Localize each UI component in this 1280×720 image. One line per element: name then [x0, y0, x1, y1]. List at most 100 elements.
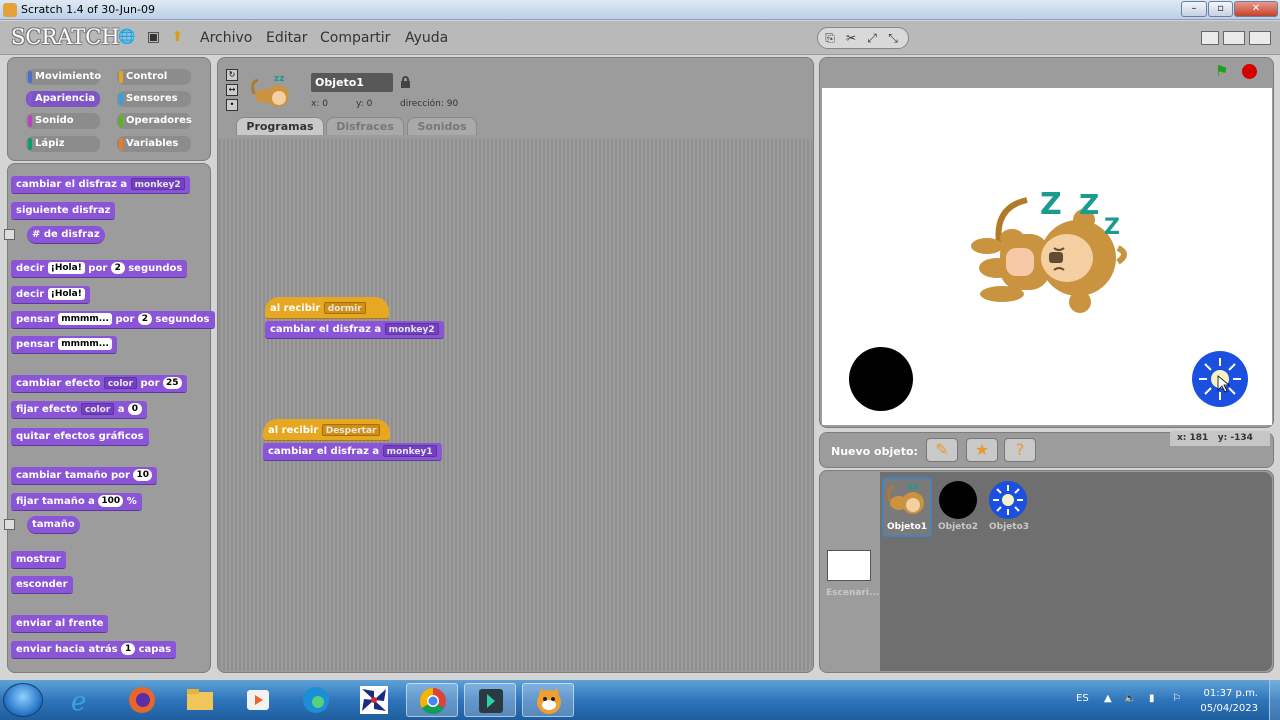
stage-thumbnail-label: Escenari...	[826, 588, 880, 598]
monkey-thumbnail: zz	[887, 482, 924, 514]
block-num-disfraz[interactable]: # de disfraz	[27, 226, 105, 244]
rotate-free-icon[interactable]: ↻	[226, 69, 238, 81]
delete-icon[interactable]: ✂	[843, 30, 859, 46]
menu-ayuda[interactable]: Ayuda	[405, 30, 448, 46]
block-cambiar-tamano[interactable]: cambiar tamaño por 10	[11, 467, 157, 485]
taskbar-ie[interactable]: e	[57, 683, 109, 717]
menu-compartir[interactable]: Compartir	[320, 30, 390, 46]
globe-icon[interactable]: 🌐	[118, 29, 135, 46]
current-sprite-thumbnail: zz	[251, 74, 289, 107]
menu-archivo[interactable]: Archivo	[200, 30, 252, 46]
lock-icon[interactable]	[401, 76, 410, 88]
block-quitar-efectos[interactable]: quitar efectos gráficos	[11, 428, 149, 446]
category-lapiz[interactable]: Lápiz	[26, 136, 100, 152]
green-flag-icon[interactable]: ⚑	[1215, 63, 1233, 79]
category-movimiento[interactable]: Movimiento	[26, 69, 101, 85]
svg-text:zz: zz	[274, 74, 284, 84]
network-icon[interactable]: ▮	[1149, 693, 1155, 704]
shrink-icon[interactable]: ⤡	[885, 30, 901, 46]
presentation-mode-button[interactable]	[1249, 31, 1271, 45]
script2-cambiar-disfraz[interactable]: cambiar el disfraz a monkey1	[263, 443, 442, 461]
stage[interactable]: Z Z Z	[822, 88, 1272, 425]
svg-text:zz: zz	[908, 482, 918, 492]
flag-icon[interactable]: ⚐	[1172, 693, 1181, 704]
checkbox-tamano[interactable]	[4, 519, 15, 530]
folder-icon	[187, 689, 213, 710]
tab-sonidos[interactable]: Sonidos	[407, 117, 477, 135]
clock-time[interactable]: 01:37 p.m.	[1196, 688, 1258, 699]
volume-icon[interactable]: 🔈	[1124, 693, 1136, 704]
stage-thumbnail[interactable]	[827, 550, 871, 581]
tray-arrow-icon[interactable]: ▲	[1104, 693, 1112, 704]
menubar: SCRATCH 🌐 ▣ ⬆ Archivo Editar Compartir A…	[0, 21, 1280, 55]
block-cambiar-efecto[interactable]: cambiar efecto color por 25	[11, 375, 187, 393]
category-variables[interactable]: Variables	[117, 136, 191, 152]
share-icon[interactable]: ⬆	[169, 29, 186, 46]
block-esconder[interactable]: esconder	[11, 576, 73, 594]
menu-editar[interactable]: Editar	[266, 30, 307, 46]
taskbar-scratch[interactable]	[522, 683, 574, 717]
block-decir-por[interactable]: decir ¡Hola! por 2 segundos	[11, 260, 188, 278]
block-fijar-tamano[interactable]: fijar tamaño a 100 %	[11, 493, 142, 511]
block-mostrar[interactable]: mostrar	[11, 551, 66, 569]
stop-icon[interactable]	[1242, 64, 1257, 79]
category-sensores[interactable]: Sensores	[117, 91, 191, 107]
script2-hat-al-recibir[interactable]: al recibir Despertar	[263, 419, 390, 441]
block-cambiar-disfraz[interactable]: cambiar el disfraz a monkey2	[11, 176, 190, 194]
rotate-none-icon[interactable]: •	[226, 99, 238, 111]
close-button[interactable]: ✕	[1234, 1, 1278, 17]
block-fijar-efecto[interactable]: fijar efecto color a 0	[11, 401, 147, 419]
script1-cambiar-disfraz[interactable]: cambiar el disfraz a monkey2	[265, 321, 444, 339]
taskbar-chrome[interactable]	[406, 683, 458, 717]
taskbar-edge[interactable]	[290, 683, 342, 717]
block-enviar-frente[interactable]: enviar al frente	[11, 615, 109, 633]
svg-text:e: e	[71, 687, 86, 717]
tab-disfraces[interactable]: Disfraces	[326, 117, 404, 135]
block-enviar-atras[interactable]: enviar hacia atrás 1 capas	[11, 641, 177, 659]
taskbar-firefox[interactable]	[116, 683, 168, 717]
grow-icon[interactable]: ⤢	[864, 30, 880, 46]
random-sprite-button[interactable]: ?	[1004, 438, 1036, 462]
block-pensar[interactable]: pensar mmmm...	[11, 336, 117, 354]
save-icon[interactable]: ▣	[145, 29, 162, 46]
category-operadores[interactable]: Operadores	[117, 113, 192, 129]
moon-sprite	[849, 347, 913, 411]
small-stage-button[interactable]	[1201, 31, 1219, 45]
taskbar-media-player[interactable]	[232, 683, 284, 717]
block-decir[interactable]: decir ¡Hola!	[11, 286, 90, 304]
language-indicator[interactable]: ES	[1076, 693, 1089, 704]
category-sonido[interactable]: Sonido	[26, 113, 100, 129]
sun-sprite	[1192, 351, 1248, 407]
scripts-area[interactable]	[219, 139, 812, 671]
block-siguiente-disfraz[interactable]: siguiente disfraz	[11, 202, 116, 220]
script1-hat-al-recibir[interactable]: al recibir dormir	[265, 297, 389, 319]
maximize-button[interactable]: ▫	[1208, 1, 1233, 17]
media-player-icon	[247, 690, 269, 710]
taskbar-explorer[interactable]	[174, 683, 226, 717]
sprite-tile-objeto2[interactable]	[936, 480, 980, 520]
start-button[interactable]	[3, 683, 43, 717]
show-desktop-button[interactable]	[1269, 680, 1280, 720]
checkbox-num-disfraz[interactable]	[4, 229, 15, 240]
sprite-tile-objeto3[interactable]	[986, 480, 1030, 520]
minimize-button[interactable]: –	[1181, 1, 1207, 17]
category-control[interactable]: Control	[117, 69, 191, 85]
sprite-name-field[interactable]: Objeto1	[311, 73, 393, 92]
stage-canvas: Z Z Z	[849, 187, 1248, 411]
taskbar-app-dark[interactable]	[464, 683, 516, 717]
choose-sprite-file-button[interactable]: ★	[966, 438, 998, 462]
duplicate-icon[interactable]: ⎘	[822, 30, 838, 46]
paint-new-sprite-button[interactable]: ✎	[926, 438, 958, 462]
sprite-y: y: 0	[356, 99, 373, 109]
rotate-leftright-icon[interactable]: ↔	[226, 84, 238, 96]
tab-programas[interactable]: Programas	[236, 117, 324, 135]
block-pensar-por[interactable]: pensar mmmm... por 2 segundos	[11, 311, 215, 329]
normal-stage-button[interactable]	[1223, 31, 1245, 45]
clock-date[interactable]: 05/04/2023	[1196, 703, 1258, 714]
editor-icon	[479, 689, 503, 713]
taskbar-app-pinwheel[interactable]	[348, 683, 400, 717]
block-tamano[interactable]: tamaño	[27, 516, 80, 534]
edge-icon	[303, 687, 329, 713]
sprite-label-objeto3: Objeto3	[989, 522, 1030, 532]
category-apariencia[interactable]: Apariencia	[26, 91, 100, 107]
